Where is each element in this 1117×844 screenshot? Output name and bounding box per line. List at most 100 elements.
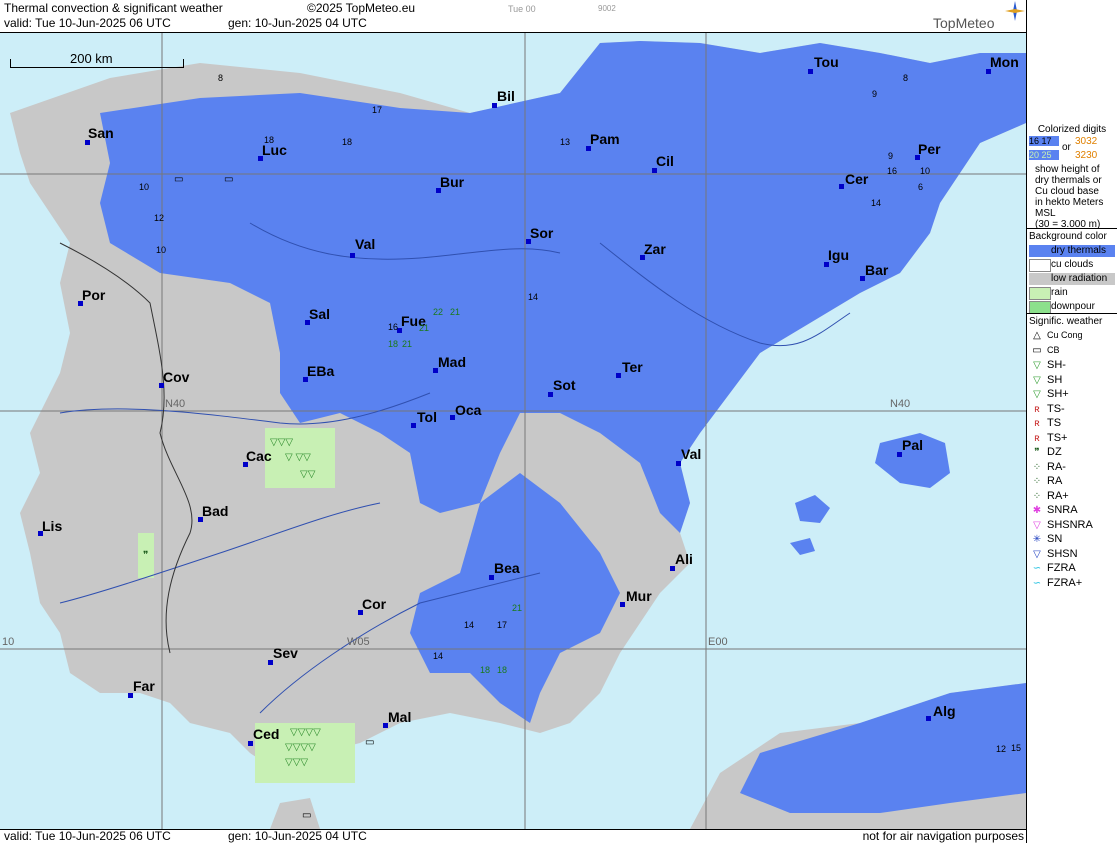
legend-weather-row: ʀ TS-: [1029, 402, 1065, 415]
legend-weather-label: TS: [1047, 417, 1062, 429]
grid-label-w05: W05: [347, 636, 370, 648]
city-ter[interactable]: Ter: [622, 359, 643, 375]
legend-weather-row: ❞ DZ: [1029, 446, 1061, 458]
city-tol[interactable]: Tol: [417, 409, 437, 425]
footer-valid-time: valid: Tue 10-Jun-2025 06 UTC: [4, 829, 171, 843]
city-cac[interactable]: Cac: [246, 448, 272, 464]
thermal-digit: 22: [433, 307, 444, 317]
cb-icon: ▭: [174, 174, 184, 185]
city-far[interactable]: Far: [133, 678, 155, 694]
city-oca[interactable]: Oca: [455, 402, 481, 418]
legend-weather-row: ▭ CB: [1029, 345, 1059, 356]
shower-icon: ▽▽▽: [285, 757, 309, 768]
thermal-digit: 10: [920, 166, 931, 176]
fzra-icon: ∽: [1032, 563, 1042, 574]
product-code: 9002: [598, 4, 616, 13]
shower-icon: ▽▽▽: [270, 437, 294, 448]
legend-weather-label: FZRA+: [1047, 576, 1083, 589]
thermal-digit: 14: [464, 620, 475, 630]
legend-weather-label: SHSN: [1047, 547, 1078, 560]
legend-explain: show height of dry thermals or Cu cloud …: [1035, 164, 1103, 230]
city-sev[interactable]: Sev: [273, 645, 298, 661]
city-ced[interactable]: Ced: [253, 726, 279, 742]
legend-sample-a: 16 17: [1029, 136, 1059, 146]
ts-light-icon: ʀ: [1034, 403, 1040, 415]
city-mad[interactable]: Mad: [438, 354, 466, 370]
city-zar[interactable]: Zar: [644, 241, 666, 257]
city-pam[interactable]: Pam: [590, 131, 620, 147]
topmeteo-logo: TopMeteo: [933, 15, 995, 31]
legend-weather-row: ▽ SH: [1029, 374, 1062, 386]
city-sor[interactable]: Sor: [530, 225, 553, 241]
legend-colorized: Colorized digits 16 17 20 25 or 3032 323…: [1029, 124, 1115, 230]
cb-icon: ▭: [365, 737, 375, 748]
legend-colorized-title: Colorized digits: [1037, 124, 1107, 135]
legend-bg-low-radiation: low radiation: [1029, 273, 1115, 285]
weather-map[interactable]: 200 km N40 N40 W05 E00 10 San Luc Bil To…: [0, 33, 1026, 829]
legend-divider: [1027, 313, 1117, 314]
thermal-digit: 6: [918, 182, 924, 192]
legend-weather-label: SH: [1047, 373, 1063, 386]
city-alg[interactable]: Alg: [933, 703, 956, 719]
city-mal[interactable]: Mal: [388, 709, 411, 725]
city-val-east[interactable]: Val: [681, 446, 701, 462]
city-bea[interactable]: Bea: [494, 560, 520, 576]
legend-bg-label: dry thermals: [1051, 245, 1107, 256]
city-pal[interactable]: Pal: [902, 437, 923, 453]
thermal-digit: 16: [388, 322, 399, 332]
grid-label-w10: 10: [2, 636, 15, 648]
scale-label: 200 km: [70, 51, 113, 66]
map-footer: valid: Tue 10-Jun-2025 06 UTC gen: 10-Ju…: [0, 829, 1026, 844]
city-sal[interactable]: Sal: [309, 306, 330, 322]
city-bad[interactable]: Bad: [202, 503, 228, 519]
snra-icon: ✱: [1032, 505, 1042, 516]
map-title: Thermal convection & significant weather: [4, 1, 223, 15]
city-mur[interactable]: Mur: [626, 588, 652, 604]
legend-background-title: Background color: [1029, 231, 1107, 242]
city-eba[interactable]: EBa: [307, 363, 334, 379]
copyright: ©2025 TopMeteo.eu: [307, 1, 416, 15]
city-val-north[interactable]: Val: [355, 236, 375, 252]
thermal-digit: 10: [139, 182, 150, 192]
city-sot[interactable]: Sot: [553, 377, 576, 393]
legend-weather-label: FZRA: [1047, 562, 1076, 574]
city-dot-tou: [808, 69, 813, 74]
city-bur[interactable]: Bur: [440, 174, 464, 190]
legend-background: Background color dry thermals cu clouds …: [1029, 231, 1115, 314]
grid-label-n40-west: N40: [165, 398, 186, 410]
city-mon[interactable]: Mon: [990, 54, 1019, 70]
city-cil[interactable]: Cil: [656, 153, 674, 169]
legend-weather-label: RA+: [1047, 489, 1069, 502]
legend-weather-row: ∽ FZRA+: [1029, 577, 1082, 589]
legend-panel: Colorized digits 16 17 20 25 or 3032 323…: [1026, 0, 1117, 843]
city-por[interactable]: Por: [82, 287, 105, 303]
legend-explain-line: MSL: [1035, 208, 1056, 219]
thermal-digit: 21: [512, 603, 523, 613]
legend-weather-row: ⁘ RA+: [1029, 490, 1069, 502]
legend-weather-row: ⁘ RA: [1029, 475, 1062, 487]
city-dot-ter: [616, 373, 621, 378]
city-bil[interactable]: Bil: [497, 88, 515, 104]
city-igu[interactable]: Igu: [828, 247, 849, 263]
legend-bg-rain: rain: [1029, 287, 1115, 300]
legend-weather-label: TS-: [1047, 402, 1065, 415]
city-bar[interactable]: Bar: [865, 262, 888, 278]
timecode: Tue 00: [508, 4, 536, 14]
thermal-digit: 10: [156, 245, 167, 255]
city-lis[interactable]: Lis: [42, 518, 62, 534]
shower-icon: ▽▽: [300, 469, 316, 480]
city-ali[interactable]: Ali: [675, 551, 693, 567]
city-san[interactable]: San: [88, 125, 114, 141]
legend-weather-row: ʀ TS: [1029, 417, 1061, 429]
fzra-heavy-icon: ∽: [1032, 577, 1042, 589]
thermal-digit: 21: [419, 323, 430, 333]
city-cer[interactable]: Cer: [845, 171, 868, 187]
city-per[interactable]: Per: [918, 141, 941, 157]
legend-bg-label: rain: [1051, 287, 1068, 298]
thermal-digit: 18: [388, 339, 399, 349]
thermal-digit: 18: [497, 665, 508, 675]
legend-explain-line: in hekto Meters: [1035, 197, 1104, 208]
city-cor[interactable]: Cor: [362, 596, 386, 612]
city-tou[interactable]: Tou: [814, 54, 839, 70]
city-cov[interactable]: Cov: [163, 369, 189, 385]
